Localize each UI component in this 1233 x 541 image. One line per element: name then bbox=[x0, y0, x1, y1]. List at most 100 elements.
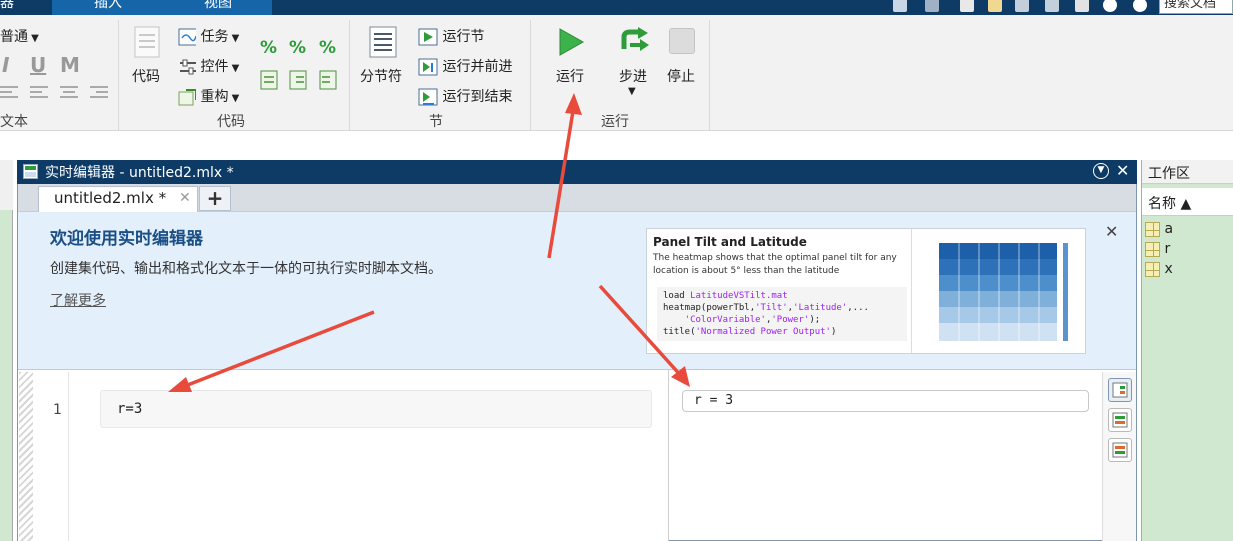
search-documentation-input[interactable]: 搜索文档 bbox=[1159, 0, 1233, 14]
section-group-label: 节 bbox=[429, 114, 443, 130]
text-style-label: 普通 bbox=[0, 29, 28, 45]
run-status-bar[interactable] bbox=[19, 372, 33, 541]
save-icon[interactable] bbox=[893, 0, 907, 12]
indent-icons[interactable] bbox=[260, 70, 344, 90]
tab-view[interactable]: 视图 bbox=[164, 0, 272, 15]
copy-icon[interactable] bbox=[960, 0, 974, 12]
preview-code-line: title('Normalized Power Output') bbox=[663, 327, 837, 337]
chevron-down-icon[interactable]: ▼ bbox=[628, 86, 636, 97]
run-icon[interactable] bbox=[557, 27, 585, 57]
community-icon[interactable] bbox=[1133, 0, 1147, 12]
run-button[interactable]: 运行 bbox=[556, 66, 584, 86]
example-preview-card[interactable]: Panel Tilt and Latitude The heatmap show… bbox=[646, 228, 1086, 354]
preview-title: Panel Tilt and Latitude bbox=[653, 235, 807, 249]
ribbon-separator bbox=[709, 20, 710, 132]
cut-icon[interactable] bbox=[925, 0, 939, 12]
variable-name: r bbox=[1164, 241, 1171, 257]
workspace-variable[interactable]: x bbox=[1145, 261, 1173, 281]
close-icon[interactable]: ✕ bbox=[1116, 161, 1129, 180]
code-group-label: 代码 bbox=[217, 114, 245, 130]
switch-windows-icon[interactable] bbox=[1075, 0, 1089, 12]
run-section-button[interactable]: 运行节 bbox=[418, 26, 484, 46]
workspace-column-header[interactable]: 名称 ▲ bbox=[1142, 188, 1233, 216]
document-tab-label: untitled2.mlx * bbox=[54, 189, 167, 207]
variable-icon bbox=[1145, 241, 1160, 257]
paste-icon[interactable] bbox=[988, 0, 1002, 12]
close-tab-icon[interactable]: ✕ bbox=[179, 190, 191, 206]
text-style-dropdown[interactable]: 普通 ▼ bbox=[0, 26, 39, 46]
variable-name: a bbox=[1164, 221, 1174, 237]
pane-divider[interactable] bbox=[668, 370, 669, 541]
help-icon[interactable] bbox=[1103, 0, 1117, 12]
document-tab[interactable]: untitled2.mlx * ✕ bbox=[38, 186, 198, 212]
close-banner-icon[interactable]: ✕ bbox=[1105, 222, 1118, 241]
editor-title: 实时编辑器 - untitled2.mlx * bbox=[45, 165, 234, 181]
step-button[interactable]: 步进 bbox=[619, 66, 647, 86]
preview-code-block: load LatitudeVSTilt.mat heatmap(powerTbl… bbox=[657, 287, 907, 341]
refactor-label: 重构 bbox=[200, 89, 229, 105]
comment-icon[interactable]: % bbox=[260, 38, 277, 58]
stop-button[interactable]: 停止 bbox=[667, 66, 695, 86]
learn-more-link[interactable]: 了解更多 bbox=[50, 290, 106, 310]
code-text[interactable]: r=3 bbox=[117, 401, 142, 417]
left-panel-header bbox=[0, 160, 13, 210]
toolstrip-tab-bar: 器 插入 视图 搜索文档 bbox=[0, 0, 1233, 15]
ribbon-separator bbox=[530, 20, 531, 132]
task-icon bbox=[178, 28, 198, 46]
uncomment-icon[interactable]: % bbox=[289, 38, 306, 58]
preview-text: The heatmap shows that the optimal panel… bbox=[653, 253, 897, 276]
code-block-icon[interactable] bbox=[134, 26, 160, 58]
variable-name: x bbox=[1164, 261, 1173, 277]
code-button[interactable]: 代码 bbox=[132, 66, 160, 86]
control-label: 控件 bbox=[200, 59, 229, 75]
text-alignment-icons[interactable] bbox=[0, 83, 110, 103]
hide-code-icon[interactable] bbox=[1108, 438, 1132, 462]
editor-actions-icon[interactable]: ▼ bbox=[1093, 163, 1109, 179]
preview-code-line: 'ColorVariable','Power'); bbox=[663, 315, 821, 325]
tab-editor[interactable]: 器 bbox=[0, 0, 18, 15]
output-on-right-icon[interactable] bbox=[1108, 378, 1132, 402]
control-button[interactable]: 控件 ▼ bbox=[178, 56, 239, 76]
welcome-description: 创建集代码、输出和格式化文本于一体的可执行实时脚本文档。 bbox=[50, 261, 442, 277]
stop-icon[interactable] bbox=[669, 28, 695, 54]
redo-icon[interactable] bbox=[1045, 0, 1059, 12]
run-and-advance-button[interactable]: 运行并前进 bbox=[418, 56, 512, 76]
code-block[interactable]: r=3 bbox=[100, 390, 652, 428]
run-and-advance-label: 运行并前进 bbox=[442, 59, 513, 75]
line-number-gutter: 1 bbox=[33, 372, 69, 541]
workspace-panel bbox=[1141, 160, 1233, 541]
task-button[interactable]: 任务 ▼ bbox=[178, 26, 239, 46]
section-break-button[interactable]: 分节符 bbox=[360, 66, 402, 86]
run-group-label: 运行 bbox=[601, 114, 629, 130]
chevron-down-icon: ▼ bbox=[228, 93, 240, 104]
wrap-comments-icon[interactable]: % bbox=[319, 38, 336, 58]
output-block: r = 3 bbox=[682, 390, 1089, 412]
workspace-title: 工作区 bbox=[1148, 166, 1190, 182]
run-to-end-button[interactable]: 运行到结束 bbox=[418, 86, 512, 106]
output-inline-icon[interactable] bbox=[1108, 408, 1132, 432]
step-icon[interactable] bbox=[618, 27, 650, 57]
output-view-toolbar bbox=[1102, 372, 1136, 541]
refactor-icon bbox=[178, 89, 197, 106]
workspace-variable[interactable]: r bbox=[1145, 241, 1173, 261]
section-break-icon[interactable] bbox=[369, 26, 397, 58]
workspace-variable[interactable]: a bbox=[1145, 221, 1173, 241]
name-column-header[interactable]: 名称 ▲ bbox=[1148, 193, 1191, 213]
live-script-icon bbox=[23, 164, 38, 179]
run-to-end-label: 运行到结束 bbox=[442, 89, 513, 105]
add-tab-button[interactable]: + bbox=[199, 186, 231, 211]
italic-button[interactable]: I bbox=[2, 53, 9, 77]
tab-insert[interactable]: 插入 bbox=[52, 0, 164, 15]
line-number: 1 bbox=[53, 402, 62, 418]
text-group-label: 文本 bbox=[0, 114, 28, 130]
undo-icon[interactable] bbox=[1015, 0, 1029, 12]
run-and-advance-icon bbox=[418, 58, 438, 76]
editor-title-bar: 实时编辑器 - untitled2.mlx * ▼ ✕ bbox=[17, 160, 1137, 184]
workspace-header: 工作区 bbox=[1142, 160, 1233, 184]
underline-button[interactable]: U bbox=[30, 53, 46, 77]
left-panel-edge bbox=[0, 160, 13, 541]
output-text: r = 3 bbox=[694, 393, 734, 408]
monospace-button[interactable]: M bbox=[60, 53, 80, 77]
refactor-button[interactable]: 重构 ▼ bbox=[178, 86, 239, 106]
address-bar-area bbox=[0, 131, 1233, 161]
